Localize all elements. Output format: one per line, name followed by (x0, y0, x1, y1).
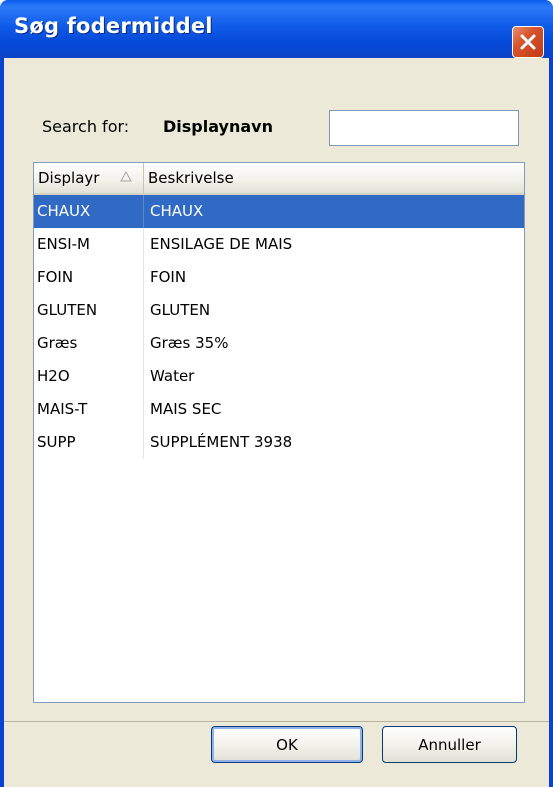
close-button[interactable] (512, 26, 544, 58)
table-row[interactable]: MAIS-T MAIS SEC (34, 393, 524, 426)
table-row[interactable]: FOIN FOIN (34, 261, 524, 294)
cell-description: FOIN (150, 268, 187, 286)
cell-description: Græs 35% (150, 334, 229, 352)
cell-display-name: Græs (34, 327, 144, 360)
list-header: Displayr Beskrivelse (34, 163, 524, 195)
cell-display-name: SUPP (34, 426, 144, 459)
dialog-window: Søg fodermiddel Search for: Displaynavn … (0, 0, 553, 787)
separator (4, 721, 549, 722)
cell-display-name: CHAUX (34, 195, 144, 228)
column-header-description[interactable]: Beskrivelse (144, 163, 524, 193)
feed-list[interactable]: Displayr Beskrivelse CHAUX CHAUX ENSI-M ENS… (33, 162, 525, 703)
table-row[interactable]: GLUTEN GLUTEN (34, 294, 524, 327)
search-field-name: Displaynavn (163, 117, 273, 136)
cell-description: Water (150, 367, 195, 385)
table-row[interactable]: H2O Water (34, 360, 524, 393)
cell-display-name: MAIS-T (34, 393, 144, 426)
cell-description: MAIS SEC (150, 400, 222, 418)
cancel-button[interactable]: Annuller (382, 726, 517, 763)
sort-ascending-icon (120, 171, 132, 182)
column-header-description-label: Beskrivelse (148, 169, 234, 187)
cell-display-name: H2O (34, 360, 144, 393)
cell-display-name: ENSI-M (34, 228, 144, 261)
cell-description: CHAUX (150, 202, 204, 220)
column-header-display-label: Displayr (38, 169, 100, 187)
cell-description: SUPPLÉMENT 3938 (150, 433, 293, 451)
cell-description: ENSILAGE DE MAIS (150, 235, 293, 253)
window-frame-right (549, 58, 553, 787)
cell-description: GLUTEN (150, 301, 211, 319)
dialog-body: Search for: Displaynavn Displayr Beskriv… (4, 58, 549, 787)
table-row[interactable]: Græs Græs 35% (34, 327, 524, 360)
window-title: Søg fodermiddel (14, 14, 213, 38)
table-row[interactable]: SUPP SUPPLÉMENT 3938 (34, 426, 524, 459)
close-x-icon (520, 34, 536, 50)
ok-button[interactable]: OK (211, 726, 363, 763)
table-row[interactable]: CHAUX CHAUX (34, 195, 524, 228)
search-input[interactable] (329, 110, 519, 146)
cell-display-name: GLUTEN (34, 294, 144, 327)
cell-display-name: FOIN (34, 261, 144, 294)
search-label: Search for: (42, 117, 130, 136)
table-row[interactable]: ENSI-M ENSILAGE DE MAIS (34, 228, 524, 261)
title-bar[interactable]: Søg fodermiddel (0, 0, 553, 58)
